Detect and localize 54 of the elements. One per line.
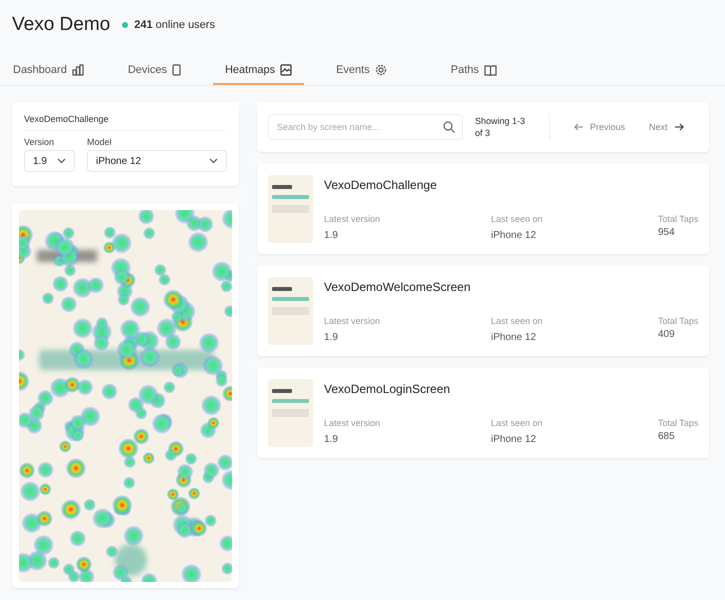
screen-name: VexoDemoLoginScreen — [324, 382, 452, 396]
stat-label: Total Taps — [658, 214, 698, 224]
stat-label: Latest version — [324, 316, 382, 326]
stat-value: 1.9 — [324, 434, 339, 445]
gear-icon — [374, 64, 387, 76]
image-icon — [280, 64, 292, 76]
nav-tab[interactable]: Devices — [116, 58, 193, 85]
search-field[interactable]: Search by screen name... — [268, 114, 463, 140]
model-label: Model — [87, 137, 113, 147]
next-button[interactable]: Next — [643, 122, 690, 132]
screen-card[interactable]: VexoDemoWelcomeScreen Latest version 1.9 Last seen on iPhone 12 Total Taps 409 — [257, 266, 710, 356]
nav-tab[interactable]: Dashboard — [1, 58, 96, 85]
app-title: Vexo Demo — [12, 14, 110, 36]
screen-thumbnail — [268, 379, 313, 447]
stat-value: iPhone 12 — [491, 230, 538, 241]
online-status-dot — [122, 22, 128, 28]
stat-label: Last seen on — [491, 418, 544, 428]
nav-tab[interactable]: Events — [324, 58, 399, 85]
search-icon — [443, 121, 455, 133]
stat-label: Total Taps — [658, 418, 698, 428]
screen-name: VexoDemoWelcomeScreen — [324, 280, 472, 294]
version-label: Version — [24, 137, 56, 147]
stat-value: 409 — [658, 329, 676, 340]
chevron-down-icon — [209, 158, 218, 164]
stat-label: Latest version — [324, 418, 382, 428]
bar-chart-icon — [72, 64, 84, 76]
stat-value: iPhone 12 — [491, 332, 538, 343]
screen-card[interactable]: VexoDemoChallenge Latest version 1.9 Last seen on iPhone 12 Total Taps 954 — [257, 164, 710, 254]
pagination-summary: Showing 1-3 of 3 — [475, 114, 526, 140]
stat-label: Latest version — [324, 214, 382, 224]
stat-label: Total Taps — [658, 316, 698, 326]
chevron-down-icon — [57, 158, 66, 164]
screen-name: VexoDemoChallenge — [24, 114, 227, 131]
screen-name: VexoDemoChallenge — [324, 178, 438, 192]
nav-tab[interactable]: Heatmaps — [212, 58, 304, 85]
stat-value: 685 — [658, 431, 676, 442]
model-select[interactable]: iPhone 12 — [87, 150, 227, 172]
stat-value: 954 — [658, 227, 676, 238]
version-select[interactable]: 1.9 — [24, 150, 75, 172]
arrow-right-icon — [674, 123, 684, 131]
phone-icon — [172, 64, 181, 76]
screen-card[interactable]: VexoDemoLoginScreen Latest version 1.9 Last seen on iPhone 12 Total Taps 685 — [257, 368, 710, 458]
stat-value: 1.9 — [324, 332, 339, 343]
stat-label: Last seen on — [491, 214, 544, 224]
online-users-count: 241 online users — [134, 19, 215, 31]
screen-thumbnail — [268, 175, 313, 243]
previous-button[interactable]: Previous — [568, 122, 632, 132]
stat-label: Last seen on — [491, 316, 544, 326]
stat-value: iPhone 12 — [491, 434, 538, 445]
screen-thumbnail — [268, 277, 313, 345]
stat-value: 1.9 — [324, 230, 339, 241]
arrow-left-icon — [574, 123, 584, 131]
book-icon — [484, 64, 497, 76]
nav-tab[interactable]: Paths — [438, 58, 509, 85]
